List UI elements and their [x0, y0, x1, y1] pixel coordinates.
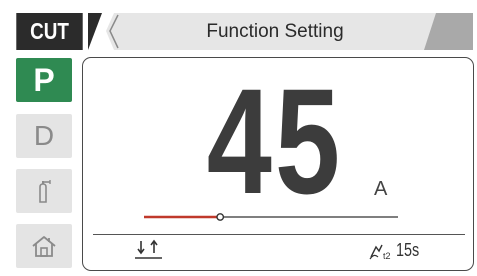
- timer-value: 15s: [396, 240, 420, 260]
- gas-flow-icon: [135, 239, 162, 259]
- sidebar-item-p[interactable]: P: [16, 58, 72, 102]
- timer-sub-label: t2: [383, 251, 391, 261]
- home-icon: [32, 236, 56, 257]
- sidebar-item-home[interactable]: [16, 224, 72, 268]
- mode-tag: CUT: [16, 13, 83, 50]
- page-title: Function Setting: [206, 20, 344, 42]
- sidebar-item-d[interactable]: D: [16, 114, 72, 158]
- divider: [93, 234, 465, 235]
- current-value[interactable]: 45: [201, 66, 349, 216]
- sidebar-item-gas[interactable]: [16, 169, 72, 213]
- post-flow-icon: t2: [369, 244, 391, 261]
- unit-label: A: [374, 178, 388, 200]
- current-slider[interactable]: [140, 210, 402, 224]
- screen: CUT Function Setting P D 45 A t2 15s: [0, 0, 477, 276]
- gas-cylinder-icon: [39, 180, 51, 203]
- sidebar-item-label: P: [33, 61, 55, 98]
- post-flow-timer: t2 15s: [368, 240, 425, 261]
- sidebar-item-label: D: [33, 120, 55, 151]
- slider-thumb[interactable]: [216, 213, 225, 221]
- header-right-block: [424, 13, 473, 50]
